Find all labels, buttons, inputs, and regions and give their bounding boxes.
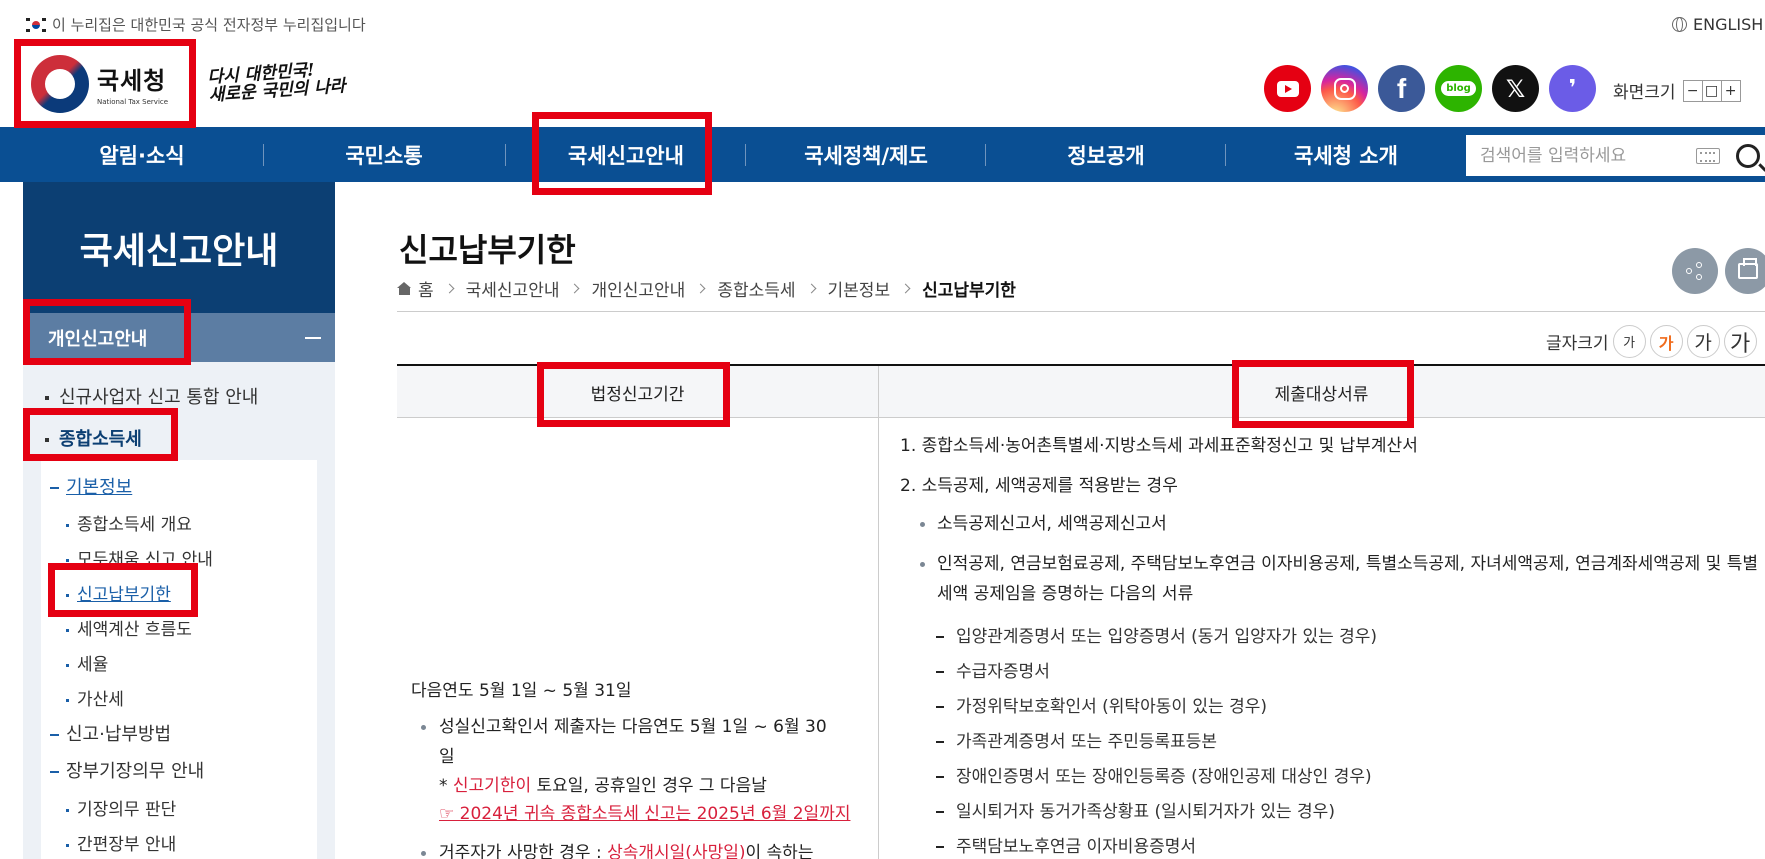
font-size-control: 글자크기 가 가 가 가 <box>1546 325 1757 358</box>
main-nav: 알림·소식 국민소통 국세신고안내 국세정책/제도 정보공개 국세청 소개 <box>0 127 1765 182</box>
collapse-icon <box>305 337 321 339</box>
list-item: 성실신고확인서 제출자는 다음연도 5월 1일 ~ 6월 30 일 <box>421 712 861 772</box>
x-icon[interactable]: 𝕏 <box>1492 65 1539 112</box>
deadline-2025-link[interactable]: ☞ 2024년 귀속 종합소득세 신고는 2025년 6월 2일까지 <box>421 799 861 829</box>
nav-item-tax-policy[interactable]: 국세정책/제도 <box>747 127 985 182</box>
list-item: 거주자가 사망한 경우 : 상속개시일(사망일)이 속하는 <box>421 838 861 859</box>
table-header: 법정신고기간 제출대상서류 <box>397 366 1765 418</box>
screen-size-control: 화면크기 − □ + <box>1613 78 1741 103</box>
globe-icon <box>1672 17 1687 32</box>
sidebar-item-income-tax[interactable]: 종합소득세 <box>45 425 142 451</box>
sidebar-section-label: 개인신고안내 <box>48 328 148 350</box>
logo-english: National Tax Service <box>97 98 169 106</box>
sidebar-item-penalty[interactable]: 가산세 <box>66 685 124 710</box>
deadline-note: * 신고기한이 토요일, 공휴일인 경우 그 다음날 <box>439 776 767 796</box>
nav-item-news[interactable]: 알림·소식 <box>23 127 261 182</box>
nav-item-tax-filing[interactable]: 국세신고안내 <box>507 127 745 182</box>
list-item: 수급자증명서 <box>936 657 1050 682</box>
sidebar-item-basic-info[interactable]: 기본정보 <box>50 473 132 499</box>
breadcrumb-item[interactable]: 개인신고안내 <box>591 276 685 301</box>
breadcrumb-current: 신고납부기한 <box>922 281 1016 301</box>
taegeuk-emblem-icon <box>31 54 89 113</box>
list-item: 2. 소득공제, 세액공제를 적용받는 경우 <box>900 476 1178 496</box>
sidebar-item-calc-flow[interactable]: 세액계산 흐름도 <box>66 615 192 640</box>
breadcrumb-item[interactable]: 국세신고안내 <box>466 276 560 301</box>
zoom-reset-button[interactable]: □ <box>1701 79 1722 102</box>
print-icon <box>1738 258 1758 279</box>
sidebar-title: 국세신고안내 <box>23 182 335 313</box>
column-divider <box>878 366 879 859</box>
list-item: 인적공제, 연금보험료공제, 주택담보노후연금 이자비용공제, 특별소득공제, … <box>918 549 1763 609</box>
list-item: 소득공제신고서, 세액공제신고서 <box>918 509 1763 539</box>
font-size-label: 글자크기 <box>1546 334 1609 354</box>
font-size-normal-button[interactable]: 가 <box>1649 325 1683 358</box>
sidebar-section-personal[interactable]: 개인신고안내 <box>23 313 335 362</box>
list-item: 일시퇴거자 동거가족상황표 (일시퇴거자가 있는 경우) <box>936 797 1335 822</box>
nts-logo[interactable]: 국세청 National Tax Service <box>14 39 196 128</box>
divider <box>397 311 1765 312</box>
english-label: ENGLISH <box>1693 15 1764 34</box>
korea-flag-icon <box>26 17 46 32</box>
header-filing-period: 법정신고기간 <box>590 384 685 405</box>
sidebar-item-overview[interactable]: 종합소득세 개요 <box>66 510 192 535</box>
list-item: 1. 종합소득세·농어촌특별세·지방소득세 과세표준확정신고 및 납부계산서 <box>900 436 1418 456</box>
sidebar-item-prefilled[interactable]: 모두채움 신고 안내 <box>66 545 213 570</box>
youtube-icon[interactable] <box>1264 65 1311 112</box>
breadcrumb-item[interactable]: 종합소득세 <box>717 276 795 301</box>
list-item: 입양관계증명서 또는 입양증명서 (동거 입양자가 있는 경우) <box>936 622 1377 647</box>
slogan: 다시 대한민국! 새로운 국민의 나라 <box>207 59 346 105</box>
search-box <box>1466 135 1765 176</box>
sidebar-item-bookkeeping[interactable]: 장부기장의무 안내 <box>50 757 204 783</box>
keyboard-icon[interactable] <box>1696 147 1720 164</box>
share-icon <box>1686 262 1704 280</box>
print-button[interactable] <box>1725 248 1765 294</box>
page-title: 신고납부기한 <box>399 231 576 269</box>
social-links: f blog 𝕏 ❜ <box>1264 65 1596 112</box>
breadcrumb-item[interactable]: 기본정보 <box>828 276 891 301</box>
sidebar-item-filing-method[interactable]: 신고·납부방법 <box>50 720 171 746</box>
font-size-small-button[interactable]: 가 <box>1612 325 1646 358</box>
page: 이 누리집은 대한민국 공식 전자정부 누리집입니다 ENGLISH 국세청 N… <box>0 0 1765 859</box>
font-size-xlarge-button[interactable]: 가 <box>1723 325 1757 358</box>
list-item: 주택담보노후연금 이자비용증명서 <box>936 832 1196 857</box>
font-size-large-button[interactable]: 가 <box>1686 325 1720 358</box>
sidebar-item-new-business[interactable]: 신규사업자 신고 통합 안내 <box>45 383 258 409</box>
search-input[interactable] <box>1480 145 1690 166</box>
zoom-out-button[interactable]: − <box>1682 79 1703 102</box>
list-item: 가정위탁보호확인서 (위탁아동이 있는 경우) <box>936 692 1267 717</box>
list-item: 가족관계증명서 또는 주민등록표등본 <box>936 727 1217 752</box>
nav-item-about[interactable]: 국세청 소개 <box>1227 127 1465 182</box>
share-button[interactable] <box>1672 248 1718 294</box>
sidebar-item-simple-ledger[interactable]: 간편장부 안내 <box>66 830 176 855</box>
nav-item-disclosure[interactable]: 정보공개 <box>987 127 1225 182</box>
facebook-icon[interactable]: f <box>1378 65 1425 112</box>
blog-icon[interactable]: blog <box>1435 65 1482 112</box>
sidebar-item-bookkeeping-check[interactable]: 기장의무 판단 <box>66 795 176 820</box>
header-documents: 제출대상서류 <box>1274 384 1369 405</box>
home-icon <box>397 282 412 295</box>
breadcrumb: 홈 국세신고안내 개인신고안내 종합소득세 기본정보 신고납부기한 <box>397 276 1016 301</box>
list-item: 장애인증명서 또는 장애인등록증 (장애인공제 대상인 경우) <box>936 762 1372 787</box>
instagram-icon[interactable] <box>1321 65 1368 112</box>
search-icon[interactable] <box>1736 143 1760 168</box>
zoom-in-button[interactable]: + <box>1720 79 1741 102</box>
kakao-story-icon[interactable]: ❜ <box>1549 65 1596 112</box>
sidebar-item-rates[interactable]: 세율 <box>66 650 108 675</box>
gov-banner-text: 이 누리집은 대한민국 공식 전자정부 누리집입니다 <box>52 16 366 34</box>
gov-banner: 이 누리집은 대한민국 공식 전자정부 누리집입니다 <box>26 14 366 35</box>
breadcrumb-home[interactable]: 홈 <box>418 276 434 301</box>
english-link[interactable]: ENGLISH <box>1672 15 1763 34</box>
filing-period: 다음연도 5월 1일 ~ 5월 31일 <box>411 681 632 701</box>
sidebar-item-deadline[interactable]: 신고납부기한 <box>66 580 171 605</box>
nav-item-communication[interactable]: 국민소통 <box>265 127 503 182</box>
screen-size-label: 화면크기 <box>1613 83 1676 103</box>
logo-korean: 국세청 <box>97 67 167 95</box>
